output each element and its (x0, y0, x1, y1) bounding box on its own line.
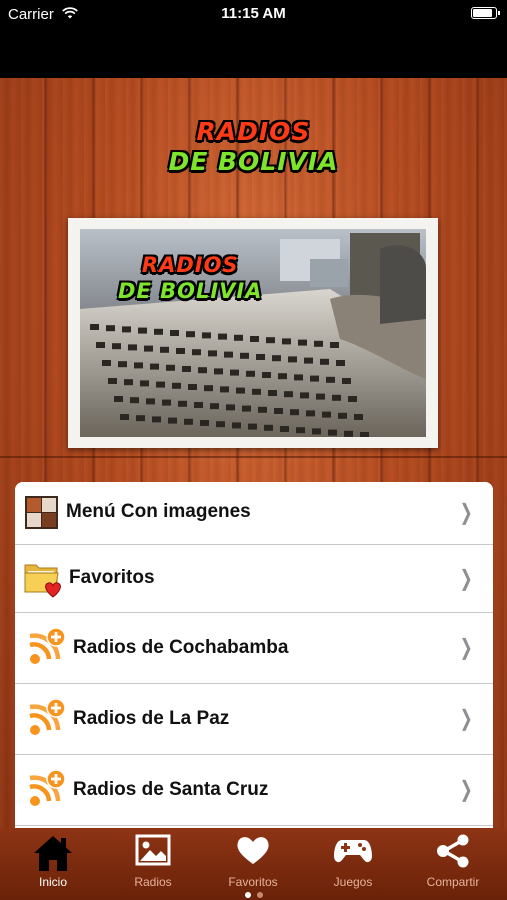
status-bar: Carrier 11:15 AM (0, 0, 507, 78)
image-icon (135, 834, 171, 866)
tab-bar: Inicio Radios Favoritos Juegos Compartir (0, 828, 507, 900)
tab-label: Favoritos (228, 875, 278, 889)
logo-line-1: RADIOS (196, 117, 311, 146)
tab-compartir[interactable]: Compartir (403, 828, 503, 900)
chevron-right-icon: ❯ (459, 564, 473, 590)
tab-inicio[interactable]: Inicio (3, 828, 103, 900)
page-dot (244, 892, 251, 898)
menu-item-imagenes[interactable]: Menú Con imagenes ❯ (15, 482, 493, 545)
chevron-right-icon: ❯ (459, 705, 473, 731)
menu-item-label: Favoritos (69, 567, 155, 588)
banner-logo: RADIOS DE BOLIVIA (118, 253, 262, 303)
studio-mixer-photo: RADIOS DE BOLIVIA (80, 229, 426, 437)
share-icon (437, 834, 469, 868)
tab-label: Compartir (426, 875, 480, 889)
grid-icon (25, 496, 58, 529)
tab-label: Juegos (333, 875, 373, 889)
menu-item-label: Radios de Santa Cruz (73, 779, 269, 800)
menu-item-label: Radios de Cochabamba (73, 637, 289, 658)
menu-item-label: Menú Con imagenes (66, 501, 251, 522)
menu-list: Menú Con imagenes ❯ Favoritos ❯ Radios d… (15, 482, 493, 842)
page-dot (256, 892, 263, 898)
logo-line-2: DE BOLIVIA (168, 147, 339, 176)
app-logo: RADIOS DE BOLIVIA (0, 118, 507, 176)
rss-add-icon (29, 698, 66, 735)
heart-icon (237, 837, 269, 864)
chevron-right-icon: ❯ (459, 634, 473, 660)
menu-item-cochabamba[interactable]: Radios de Cochabamba ❯ (15, 613, 493, 684)
page-indicator (0, 892, 507, 898)
gamepad-icon (334, 840, 372, 863)
tab-radios[interactable]: Radios (103, 828, 203, 900)
rss-add-icon (29, 627, 66, 664)
menu-item-favoritos[interactable]: Favoritos ❯ (15, 545, 493, 613)
heart-folder-icon (24, 564, 61, 598)
menu-item-la-paz[interactable]: Radios de La Paz ❯ (15, 684, 493, 755)
menu-item-label: Radios de La Paz (73, 708, 230, 729)
tab-label: Inicio (38, 875, 67, 889)
home-icon (34, 836, 72, 871)
chevron-right-icon: ❯ (459, 499, 473, 525)
banner-logo-line-2: DE BOLIVIA (118, 279, 263, 303)
clock: 11:15 AM (221, 5, 286, 22)
banner-logo-line-1: RADIOS (141, 253, 239, 277)
tab-label: Radios (134, 875, 172, 889)
tab-favoritos[interactable]: Favoritos (203, 828, 303, 900)
battery-icon (471, 7, 500, 19)
tab-juegos[interactable]: Juegos (303, 828, 403, 900)
rss-add-icon (29, 769, 66, 806)
menu-item-santa-cruz[interactable]: Radios de Santa Cruz ❯ (15, 755, 493, 826)
banner-frame: RADIOS DE BOLIVIA (68, 218, 438, 448)
chevron-right-icon: ❯ (459, 776, 473, 802)
